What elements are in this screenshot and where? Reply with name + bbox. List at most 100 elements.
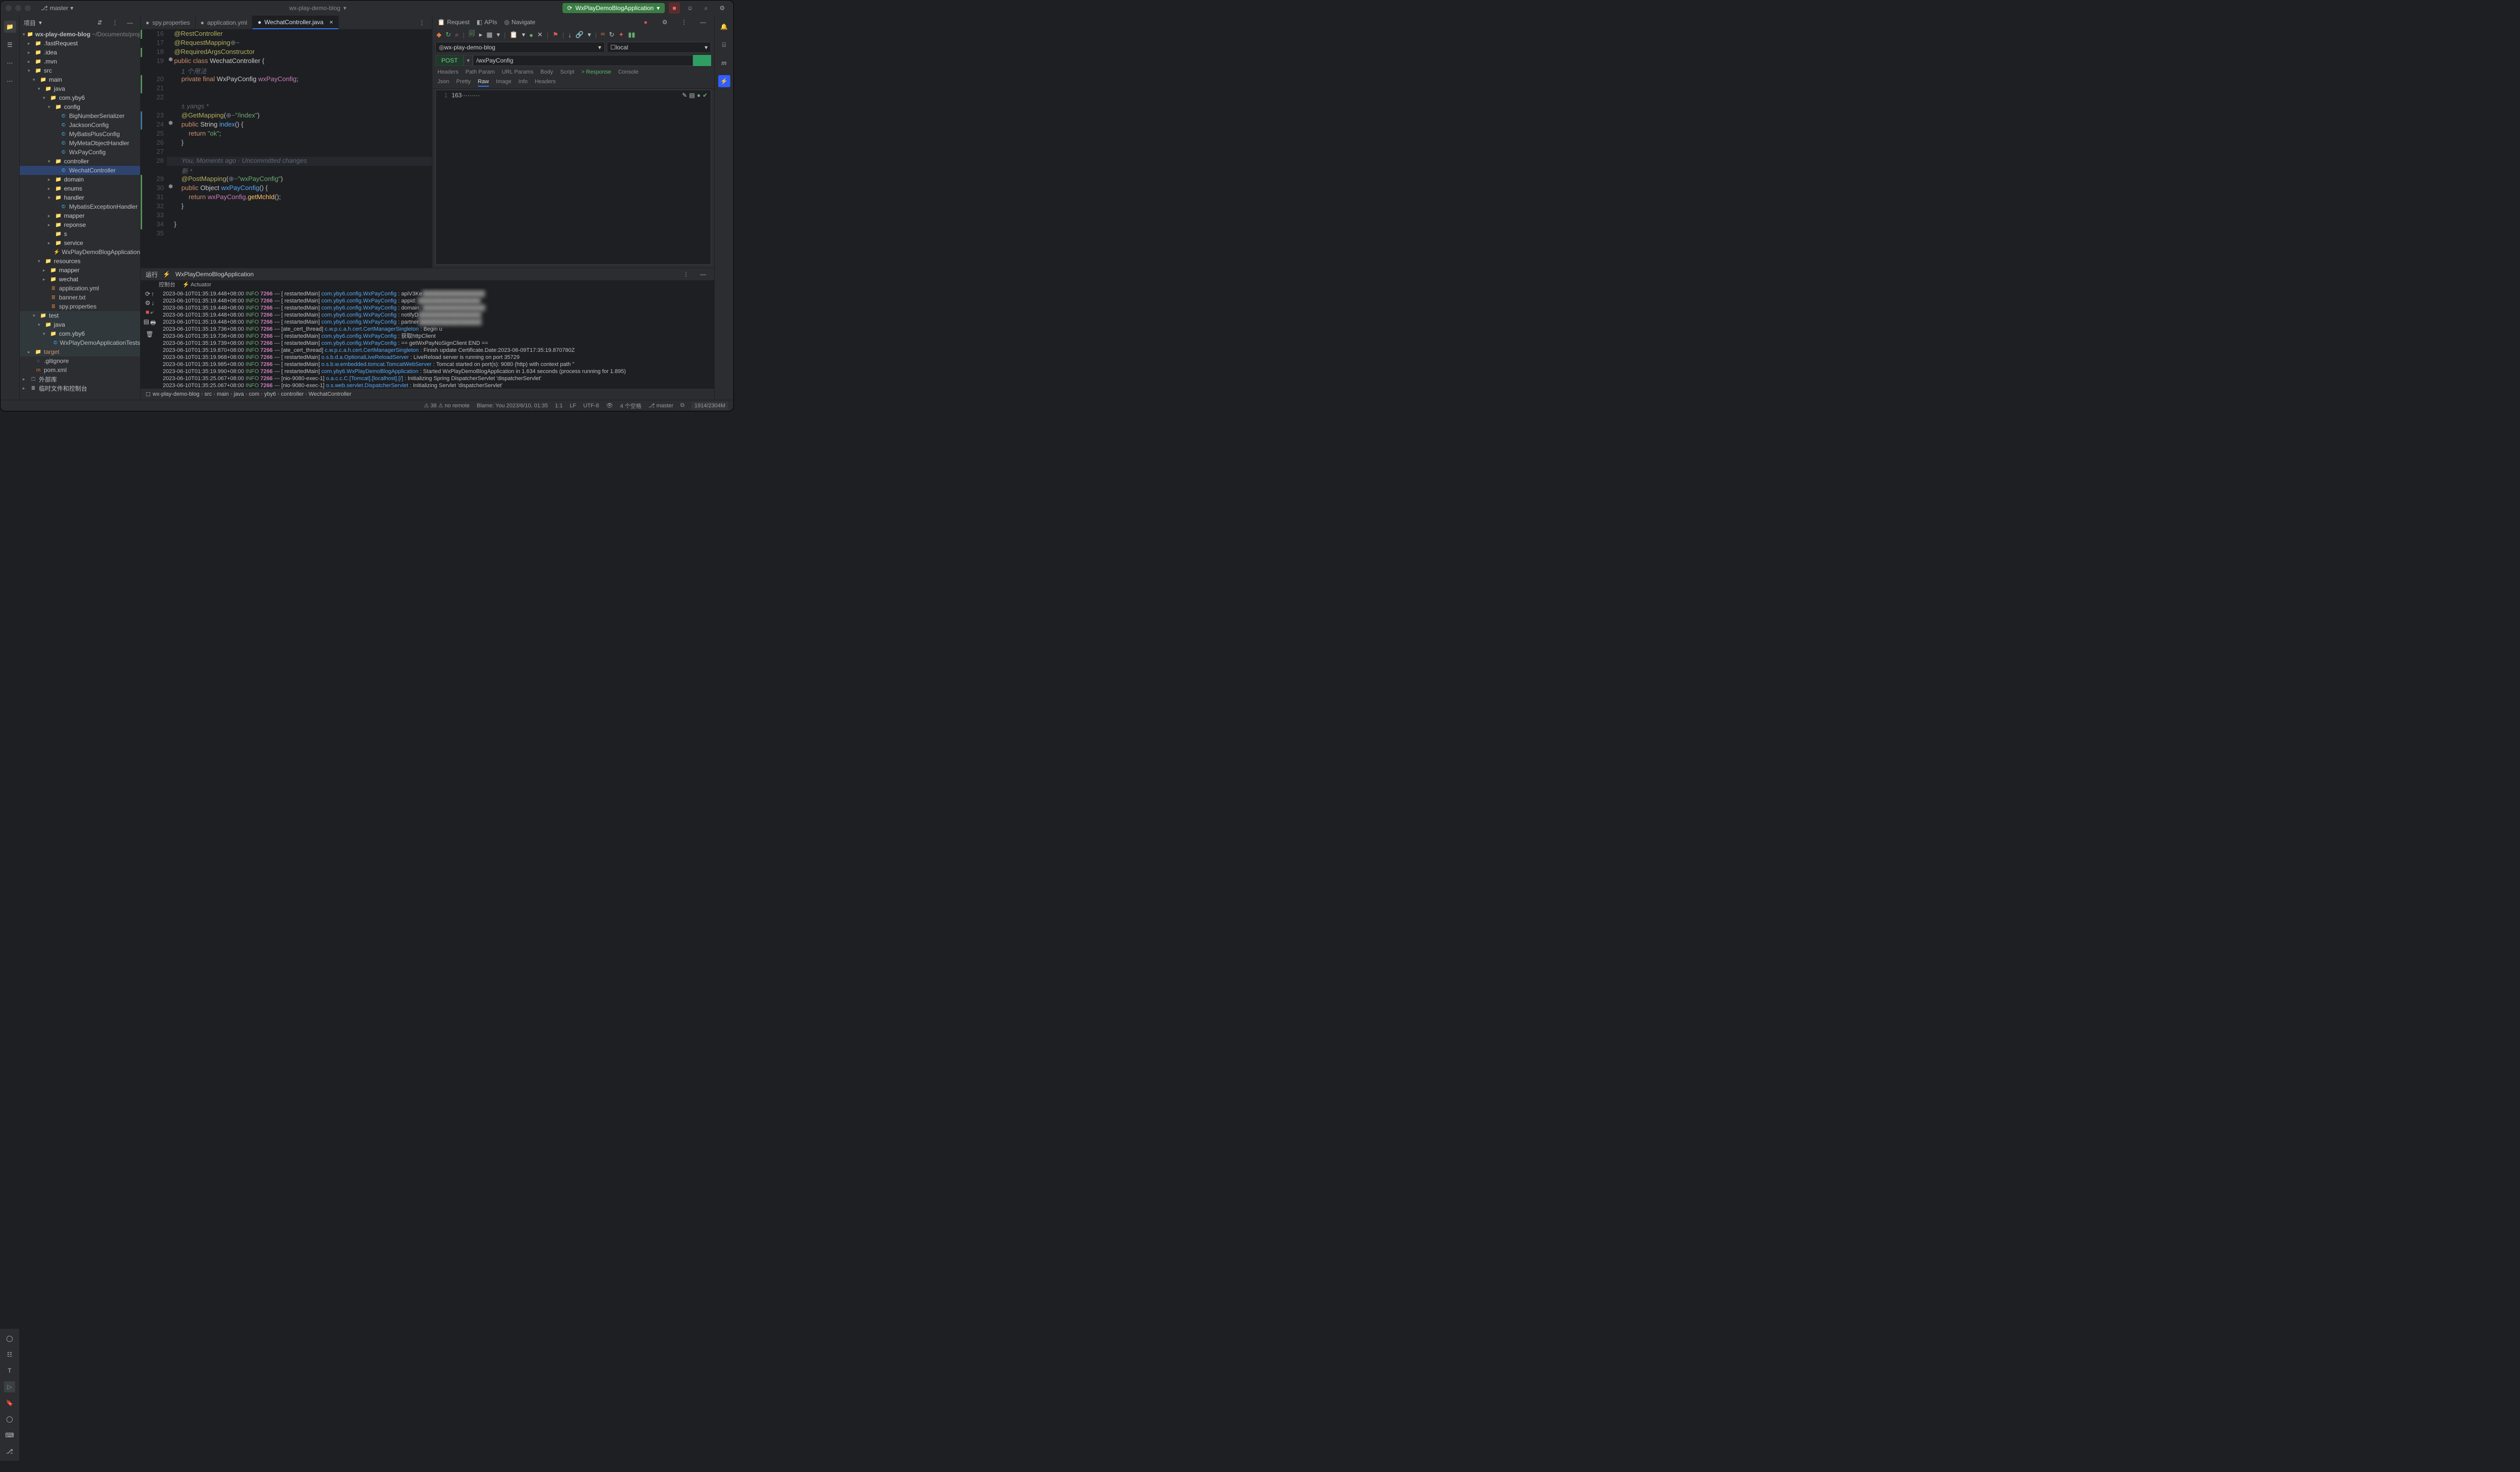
tree-item[interactable]: ▸📁.fastRequest <box>20 39 140 48</box>
gear-icon[interactable]: ⚙ <box>716 2 728 14</box>
editor-code[interactable]: @RestController @RequestMapping⊕~ @Requi… <box>167 30 432 268</box>
database-icon[interactable]: ⌸ <box>718 39 730 51</box>
breadcrumb-item[interactable]: yby6 <box>264 391 276 397</box>
tree-item[interactable]: ▾📁java <box>20 84 140 93</box>
tree-item[interactable]: ≣spy.properties <box>20 302 140 311</box>
api-subtab[interactable]: Path Param <box>466 69 495 75</box>
editor-tab[interactable]: ●spy.properties <box>141 16 196 29</box>
tree-item[interactable]: ▸≣临时文件和控制台 <box>20 384 140 393</box>
api-subtab[interactable]: URL Params <box>502 69 534 75</box>
close-dot[interactable] <box>6 5 12 11</box>
t19-icon[interactable]: ▮▮ <box>628 31 635 39</box>
window-controls[interactable] <box>6 5 31 11</box>
hide-icon[interactable]: — <box>124 17 136 29</box>
min-dot[interactable] <box>15 5 21 11</box>
tree-item[interactable]: ▸📁enums <box>20 184 140 193</box>
tree-item[interactable]: ▾📁test <box>20 311 140 320</box>
t7-icon[interactable]: ▾ <box>496 31 500 39</box>
api-viewtab[interactable]: Raw <box>478 79 489 87</box>
trash-icon[interactable]: 🗑 <box>146 331 153 338</box>
api-view-tabs[interactable]: JsonPrettyRawImageInfoHeaders <box>432 77 714 89</box>
copilot-icon[interactable]: ⧉ <box>680 402 684 409</box>
tree-item[interactable]: ▾📁resources <box>20 257 140 266</box>
tree-item[interactable]: ▾📁java <box>20 320 140 329</box>
env-env-select[interactable]: ☐ local▾ <box>607 42 711 53</box>
t18-icon[interactable]: ✦ <box>618 31 624 39</box>
readonly-icon[interactable]: 👁 <box>606 402 613 409</box>
tab-more-icon[interactable]: ⋮ <box>416 17 428 29</box>
api-rec-icon[interactable]: ● <box>640 16 652 28</box>
settings-icon[interactable]: ⋮ <box>109 17 121 29</box>
http-method-dropdown[interactable]: ▾ <box>464 55 473 66</box>
tree-item[interactable]: mpom.xml <box>20 365 140 375</box>
env-project-select[interactable]: ◎ wx-play-demo-blog▾ <box>435 42 605 53</box>
tree-item[interactable]: ▾📁controller <box>20 157 140 166</box>
tree-item[interactable]: ©WxPayConfig <box>20 148 140 157</box>
tree-item[interactable]: ▸📁.idea <box>20 48 140 57</box>
down-icon[interactable]: ↓ <box>151 299 154 306</box>
tree-item[interactable]: ▾📁com.yby6 <box>20 93 140 102</box>
breadcrumb-item[interactable]: wx-play-demo-blog <box>153 391 200 397</box>
api-subtabs[interactable]: Headers Path Param URL Params Body Script > R… <box>432 67 714 77</box>
t8-icon[interactable]: 📋 <box>510 31 518 39</box>
actuator-tab[interactable]: ⚡ Actuator <box>182 281 211 288</box>
stop-button[interactable]: ■ <box>669 3 680 14</box>
wrap2-icon[interactable]: ⤶ <box>150 309 154 316</box>
check-icon[interactable]: ✔ <box>703 92 708 99</box>
tree-item[interactable]: ▾📁handler <box>20 193 140 202</box>
breadcrumb-item[interactable]: com <box>249 391 260 397</box>
chevron-down-icon[interactable]: ▾ <box>343 5 346 12</box>
api-subtab[interactable]: Headers <box>437 69 459 75</box>
tree-item[interactable]: ©JacksonConfig <box>20 120 140 130</box>
api-tab-request[interactable]: 📋 Request <box>437 19 470 26</box>
t3-icon[interactable]: ⌕ <box>455 31 459 39</box>
close-icon[interactable]: × <box>330 19 333 26</box>
run-more-icon[interactable]: ⋮ <box>680 268 692 280</box>
tree-item[interactable]: 📁s <box>20 229 140 238</box>
response-body[interactable]: 1163········· ✎ ▤ ● ✔ <box>435 90 711 265</box>
line-sep[interactable]: LF <box>570 403 576 409</box>
t1-icon[interactable]: ◆ <box>436 31 442 39</box>
console-output[interactable]: 2023-06-10T01:35:19.448+08:00 INFO 7266 … <box>159 288 714 398</box>
console-tab[interactable]: 控制台 <box>159 280 175 288</box>
tree-item[interactable]: ©WxPlayDemoApplicationTests <box>20 338 140 347</box>
tree-item[interactable]: ▸📁service <box>20 238 140 248</box>
user-icon[interactable]: ☺ <box>684 2 696 14</box>
tree-item[interactable]: ▸📁mapper <box>20 211 140 220</box>
breadcrumb-item[interactable]: main <box>217 391 229 397</box>
tree-item[interactable]: ▾📁wx-play-demo-blog ~/Documents/projectD… <box>20 30 140 39</box>
up-icon[interactable]: ↑ <box>151 290 154 297</box>
filter-icon[interactable]: ▤ <box>144 318 149 329</box>
breadcrumb-bar[interactable]: ☐ wx-play-demo-blog › src › main › java … <box>141 389 714 400</box>
tree-item[interactable]: ◌.gitignore <box>20 356 140 365</box>
tree-item[interactable]: ©MyMetaObjectHandler <box>20 139 140 148</box>
tree-item[interactable]: ⚡WxPlayDemoBlogApplication <box>20 248 140 257</box>
breadcrumb-item[interactable]: controller <box>281 391 303 397</box>
tree-item[interactable]: ▾📁com.yby6 <box>20 329 140 338</box>
project-tool-icon[interactable]: 📁 <box>4 21 16 33</box>
print-icon[interactable]: 🖶 <box>150 318 156 329</box>
t10-icon[interactable]: ● <box>529 31 533 39</box>
caret-pos[interactable]: 1:1 <box>555 403 562 409</box>
api-subtab[interactable]: Body <box>540 69 553 75</box>
api-viewtab[interactable]: Json <box>437 79 449 87</box>
tree-item[interactable]: ▸📁.mvn <box>20 57 140 66</box>
api-viewtab[interactable]: Info <box>519 79 528 87</box>
structure-tool-icon[interactable]: ☰ <box>4 39 16 51</box>
inspection-status[interactable]: ⚠ 38 ⚠ no remote <box>424 402 470 409</box>
wrap-icon[interactable]: ▤ <box>689 92 695 99</box>
api-subtab[interactable]: > Response <box>581 69 611 75</box>
max-dot[interactable] <box>25 5 31 11</box>
run-hide-icon[interactable]: — <box>697 268 709 280</box>
send-button[interactable] <box>693 55 711 66</box>
tree-item[interactable]: ▾📁main <box>20 75 140 84</box>
encoding[interactable]: UTF-8 <box>583 403 599 409</box>
notifications-icon[interactable]: 🔔 <box>718 21 730 33</box>
tree-item[interactable]: ≣banner.txt <box>20 293 140 302</box>
blame-status[interactable]: Blame: You 2023/6/10, 01:35 <box>477 403 548 409</box>
ok-icon[interactable]: ● <box>697 92 701 99</box>
gear2-icon[interactable]: ⚙ <box>145 299 151 306</box>
more-tool-icon[interactable]: ⋯ <box>4 75 16 87</box>
editor-tab[interactable]: ●application.yml <box>196 16 253 29</box>
api-subtab[interactable]: Script <box>560 69 574 75</box>
